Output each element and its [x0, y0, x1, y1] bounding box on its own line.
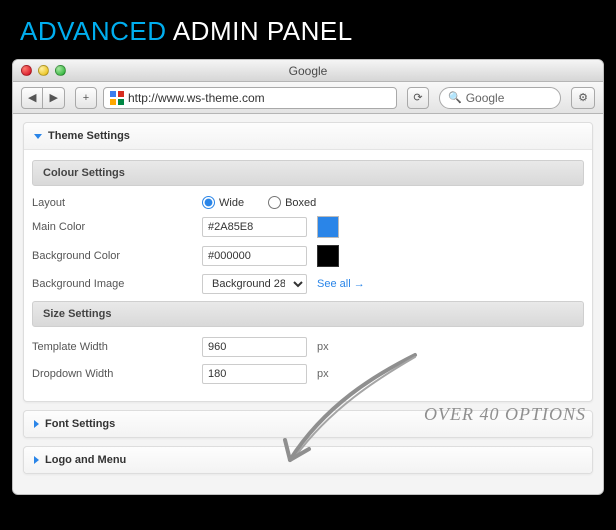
swatch-main-color[interactable] — [317, 216, 339, 238]
search-icon: 🔍 — [448, 91, 462, 104]
label-bg-image: Background Image — [32, 278, 202, 290]
panel-title-font: Font Settings — [45, 418, 115, 430]
label-template-width: Template Width — [32, 341, 202, 353]
label-dropdown-width: Dropdown Width — [32, 368, 202, 380]
panel-title-logo: Logo and Menu — [45, 454, 126, 466]
radio-boxed-input[interactable] — [268, 196, 281, 209]
chevron-right-icon — [34, 420, 39, 428]
headline-rest: ADMIN PANEL — [173, 16, 353, 46]
chevron-right-icon — [34, 456, 39, 464]
promo-headline: ADVANCED ADMIN PANEL — [0, 0, 616, 59]
panel-header-font[interactable]: Font Settings — [24, 411, 592, 437]
unit-template-width: px — [317, 341, 329, 353]
row-bg-color: Background Color — [32, 245, 584, 267]
label-bg-color: Background Color — [32, 250, 202, 262]
chevron-down-icon — [34, 134, 42, 139]
radio-boxed[interactable]: Boxed — [268, 196, 316, 209]
radio-boxed-label: Boxed — [285, 197, 316, 209]
panel-title: Theme Settings — [48, 130, 130, 142]
panel-header-logo[interactable]: Logo and Menu — [24, 447, 592, 473]
row-layout: Layout Wide Boxed — [32, 196, 584, 209]
radio-wide-label: Wide — [219, 197, 244, 209]
label-main-color: Main Color — [32, 221, 202, 233]
row-template-width: Template Width px — [32, 337, 584, 357]
label-layout: Layout — [32, 197, 202, 209]
search-placeholder: Google — [466, 91, 505, 105]
window-titlebar: Google — [13, 60, 603, 82]
browser-toolbar: ◀ ▶ + http://www.ws-theme.com ⟳ 🔍 Google… — [13, 82, 603, 114]
row-main-color: Main Color — [32, 216, 584, 238]
settings-button[interactable]: ⚙ — [571, 87, 595, 109]
favicon-icon — [110, 91, 124, 105]
panel-logo-menu: Logo and Menu — [23, 446, 593, 474]
select-bg-image[interactable]: Background 28 — [202, 274, 307, 294]
window-title: Google — [13, 64, 603, 78]
url-text: http://www.ws-theme.com — [128, 91, 265, 105]
search-field[interactable]: 🔍 Google — [439, 87, 561, 109]
browser-window: Google ◀ ▶ + http://www.ws-theme.com ⟳ 🔍… — [12, 59, 604, 495]
address-bar[interactable]: http://www.ws-theme.com — [103, 87, 397, 109]
unit-dropdown-width: px — [317, 368, 329, 380]
swatch-bg-color[interactable] — [317, 245, 339, 267]
section-size-settings: Size Settings — [32, 301, 584, 327]
section-colour-settings: Colour Settings — [32, 160, 584, 186]
headline-accent: ADVANCED — [20, 16, 167, 46]
reload-button[interactable]: ⟳ — [407, 87, 429, 109]
panel-header-theme[interactable]: Theme Settings — [24, 123, 592, 150]
panel-font-settings: Font Settings — [23, 410, 593, 438]
row-bg-image: Background Image Background 28 See all → — [32, 274, 584, 294]
input-bg-color[interactable] — [202, 246, 307, 266]
input-main-color[interactable] — [202, 217, 307, 237]
panel-theme-settings: Theme Settings Colour Settings Layout Wi… — [23, 122, 593, 402]
row-dropdown-width: Dropdown Width px — [32, 364, 584, 384]
back-button[interactable]: ◀ — [21, 87, 43, 109]
link-see-all[interactable]: See all → — [317, 278, 365, 290]
forward-button[interactable]: ▶ — [43, 87, 64, 109]
radio-wide-input[interactable] — [202, 196, 215, 209]
input-dropdown-width[interactable] — [202, 364, 307, 384]
page-content: Theme Settings Colour Settings Layout Wi… — [13, 114, 603, 494]
input-template-width[interactable] — [202, 337, 307, 357]
new-tab-button[interactable]: + — [75, 87, 97, 109]
radio-wide[interactable]: Wide — [202, 196, 244, 209]
